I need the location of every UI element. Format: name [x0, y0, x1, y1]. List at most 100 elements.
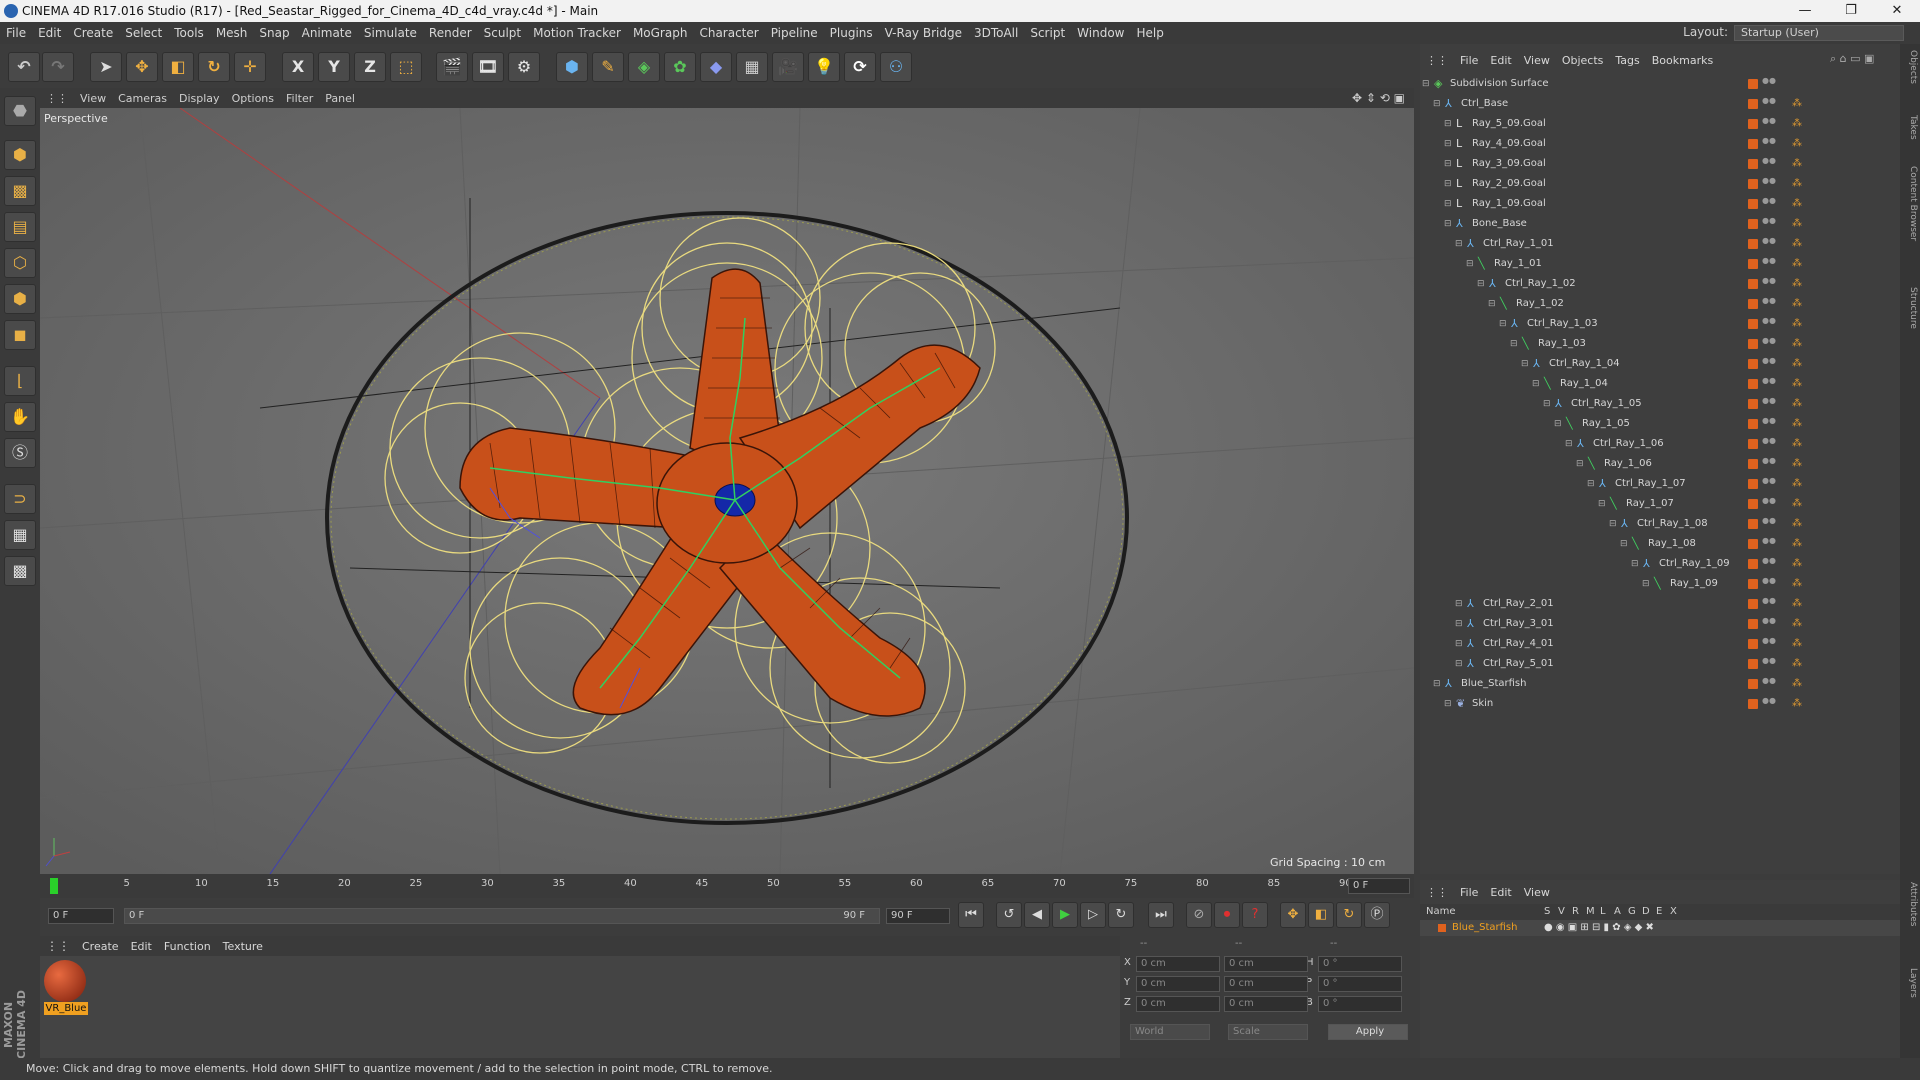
spline-pen-icon[interactable]: ✎ — [592, 52, 624, 82]
expand-toggle-icon[interactable]: ⊟ — [1455, 654, 1463, 674]
layer-menu-file[interactable]: File — [1454, 883, 1484, 903]
layer-color-tag[interactable] — [1748, 599, 1758, 609]
menu-item-mesh[interactable]: Mesh — [210, 22, 254, 44]
viewport-menu-cameras[interactable]: Cameras — [112, 89, 173, 109]
object-tag-icon[interactable]: ⁂ — [1792, 414, 1802, 434]
expand-toggle-icon[interactable]: ⊟ — [1444, 174, 1452, 194]
expand-toggle-icon[interactable]: ⊟ — [1444, 694, 1452, 714]
layer-color-tag[interactable] — [1748, 159, 1758, 169]
coord-value-field[interactable]: 0 ° — [1318, 996, 1402, 1012]
coord-value-field[interactable]: 0 cm — [1136, 996, 1220, 1012]
coord-value-field[interactable]: 0 cm — [1136, 976, 1220, 992]
maximize-button[interactable]: ❐ — [1828, 0, 1874, 22]
expand-toggle-icon[interactable]: ⊟ — [1488, 294, 1496, 314]
layer-color-tag[interactable] — [1748, 459, 1758, 469]
layer-flag-icons[interactable]: ● ◉ ▣ ⊞ ⊟ ▮ ✿ ◈ ◆ ✖ — [1544, 920, 1654, 936]
menu-item-render[interactable]: Render — [423, 22, 478, 44]
visibility-dots-icon[interactable]: ●● — [1762, 277, 1776, 290]
expand-toggle-icon[interactable]: ⊟ — [1444, 134, 1452, 154]
expand-toggle-icon[interactable]: ⊟ — [1620, 534, 1628, 554]
menu-item-tools[interactable]: Tools — [168, 22, 210, 44]
vray-icon[interactable]: ⟳ — [844, 52, 876, 82]
layer-color-tag[interactable] — [1748, 279, 1758, 289]
layer-flag-r[interactable]: R — [1572, 904, 1586, 920]
viewport-menu-filter[interactable]: Filter — [280, 89, 319, 109]
visibility-dots-icon[interactable]: ●● — [1762, 197, 1776, 210]
object-row-ray-1-08[interactable]: ⊟ ╲ Ray_1_08 ●● ⁂ — [1420, 534, 1900, 554]
layer-flag-d[interactable]: D — [1642, 904, 1656, 920]
expand-toggle-icon[interactable]: ⊟ — [1598, 494, 1606, 514]
layer-color-tag[interactable] — [1748, 399, 1758, 409]
object-row-ctrl-ray-1-03[interactable]: ⊟ ⅄ Ctrl_Ray_1_03 ●● ⁂ — [1420, 314, 1900, 334]
object-tag-icon[interactable]: ⁂ — [1792, 654, 1802, 674]
visibility-dots-icon[interactable]: ●● — [1762, 437, 1776, 450]
expand-toggle-icon[interactable]: ⊟ — [1554, 414, 1562, 434]
y-axis-lock-button[interactable]: Y — [318, 52, 350, 82]
visibility-dots-icon[interactable]: ●● — [1762, 417, 1776, 430]
previous-frame-icon[interactable]: ◀ — [1024, 902, 1050, 928]
menu-item-script[interactable]: Script — [1024, 22, 1071, 44]
object-row-ctrl-ray-1-01[interactable]: ⊟ ⅄ Ctrl_Ray_1_01 ●● ⁂ — [1420, 234, 1900, 254]
menu-item-simulate[interactable]: Simulate — [358, 22, 423, 44]
keyframe-selection-icon[interactable]: ? — [1242, 902, 1268, 928]
expand-toggle-icon[interactable]: ⊟ — [1433, 94, 1441, 114]
x-axis-lock-button[interactable]: X — [282, 52, 314, 82]
side-tab-structure[interactable]: Structure — [1902, 287, 1918, 329]
z-axis-lock-button[interactable]: Z — [354, 52, 386, 82]
coord-value-field[interactable]: 0 cm — [1224, 996, 1308, 1012]
object-tag-icon[interactable]: ⁂ — [1792, 674, 1802, 694]
visibility-dots-icon[interactable]: ●● — [1762, 217, 1776, 230]
scale-tool-icon[interactable]: ◧ — [162, 52, 194, 82]
expand-toggle-icon[interactable]: ⊟ — [1532, 374, 1540, 394]
object-row-ctrl-ray-4-01[interactable]: ⊟ ⅄ Ctrl_Ray_4_01 ●● ⁂ — [1420, 634, 1900, 654]
expand-toggle-icon[interactable]: ⊟ — [1510, 334, 1518, 354]
subdivision-surface-icon[interactable]: ◈ — [628, 52, 660, 82]
visibility-dots-icon[interactable]: ●● — [1762, 517, 1776, 530]
object-tag-icon[interactable]: ⁂ — [1792, 194, 1802, 214]
move-tool-icon[interactable]: ✥ — [126, 52, 158, 82]
coord-value-field[interactable]: 0 cm — [1224, 976, 1308, 992]
object-row-ray-1-05[interactable]: ⊟ ╲ Ray_1_05 ●● ⁂ — [1420, 414, 1900, 434]
viewport-menu-view[interactable]: View — [74, 89, 112, 109]
expand-toggle-icon[interactable]: ⊟ — [1455, 234, 1463, 254]
object-row-ray-1-06[interactable]: ⊟ ╲ Ray_1_06 ●● ⁂ — [1420, 454, 1900, 474]
menu-item-edit[interactable]: Edit — [32, 22, 67, 44]
visibility-dots-icon[interactable]: ●● — [1762, 337, 1776, 350]
layer-color-tag[interactable] — [1748, 239, 1758, 249]
layer-color-tag[interactable] — [1748, 579, 1758, 589]
object-row-ray-4-09-goal[interactable]: ⊟ L Ray_4_09.Goal ●● ⁂ — [1420, 134, 1900, 154]
material-swatch[interactable]: VR_Blue — [44, 960, 88, 1016]
camera-icon[interactable]: 🎥 — [772, 52, 804, 82]
layer-color-tag[interactable] — [1748, 639, 1758, 649]
object-row-ray-3-09-goal[interactable]: ⊟ L Ray_3_09.Goal ●● ⁂ — [1420, 154, 1900, 174]
object-row-ctrl-ray-1-06[interactable]: ⊟ ⅄ Ctrl_Ray_1_06 ●● ⁂ — [1420, 434, 1900, 454]
menu-item-help[interactable]: Help — [1130, 22, 1169, 44]
expand-toggle-icon[interactable]: ⊟ — [1466, 254, 1474, 274]
object-row-skin[interactable]: ⊟ ❦ Skin ●● ⁂ — [1420, 694, 1900, 714]
render-picture-viewer-icon[interactable]: 🎞 — [472, 52, 504, 82]
tweak-mode-icon[interactable]: ✋ — [4, 402, 36, 432]
object-tag-icon[interactable]: ⁂ — [1792, 614, 1802, 634]
object-tag-icon[interactable]: ⁂ — [1792, 594, 1802, 614]
layer-color-tag[interactable] — [1748, 259, 1758, 269]
layer-color-tag[interactable] — [1748, 679, 1758, 689]
layer-color-tag[interactable] — [1748, 539, 1758, 549]
viewport-nav-icons[interactable]: ✥ ⇕ ⟲ ▣ — [1352, 90, 1412, 106]
layer-flag-l[interactable]: L — [1600, 904, 1614, 920]
autokey-icon[interactable]: ⏺ — [1214, 902, 1240, 928]
menu-item-animate[interactable]: Animate — [296, 22, 358, 44]
object-row-ctrl-ray-1-09[interactable]: ⊟ ⅄ Ctrl_Ray_1_09 ●● ⁂ — [1420, 554, 1900, 574]
viewport-menu-options[interactable]: Options — [226, 89, 280, 109]
menu-item-select[interactable]: Select — [119, 22, 168, 44]
play-icon[interactable]: ▶ — [1052, 902, 1078, 928]
object-row-ray-2-09-goal[interactable]: ⊟ L Ray_2_09.Goal ●● ⁂ — [1420, 174, 1900, 194]
visibility-dots-icon[interactable]: ●● — [1762, 137, 1776, 150]
transform-tool-icon[interactable]: ✛ — [234, 52, 266, 82]
visibility-dots-icon[interactable]: ●● — [1762, 177, 1776, 190]
layer-color-tag[interactable] — [1748, 439, 1758, 449]
expand-toggle-icon[interactable]: ⊟ — [1565, 434, 1573, 454]
visibility-dots-icon[interactable]: ●● — [1762, 697, 1776, 710]
layer-color-tag[interactable] — [1748, 419, 1758, 429]
next-frame-icon[interactable]: ▷ — [1080, 902, 1106, 928]
visibility-dots-icon[interactable]: ●● — [1762, 657, 1776, 670]
